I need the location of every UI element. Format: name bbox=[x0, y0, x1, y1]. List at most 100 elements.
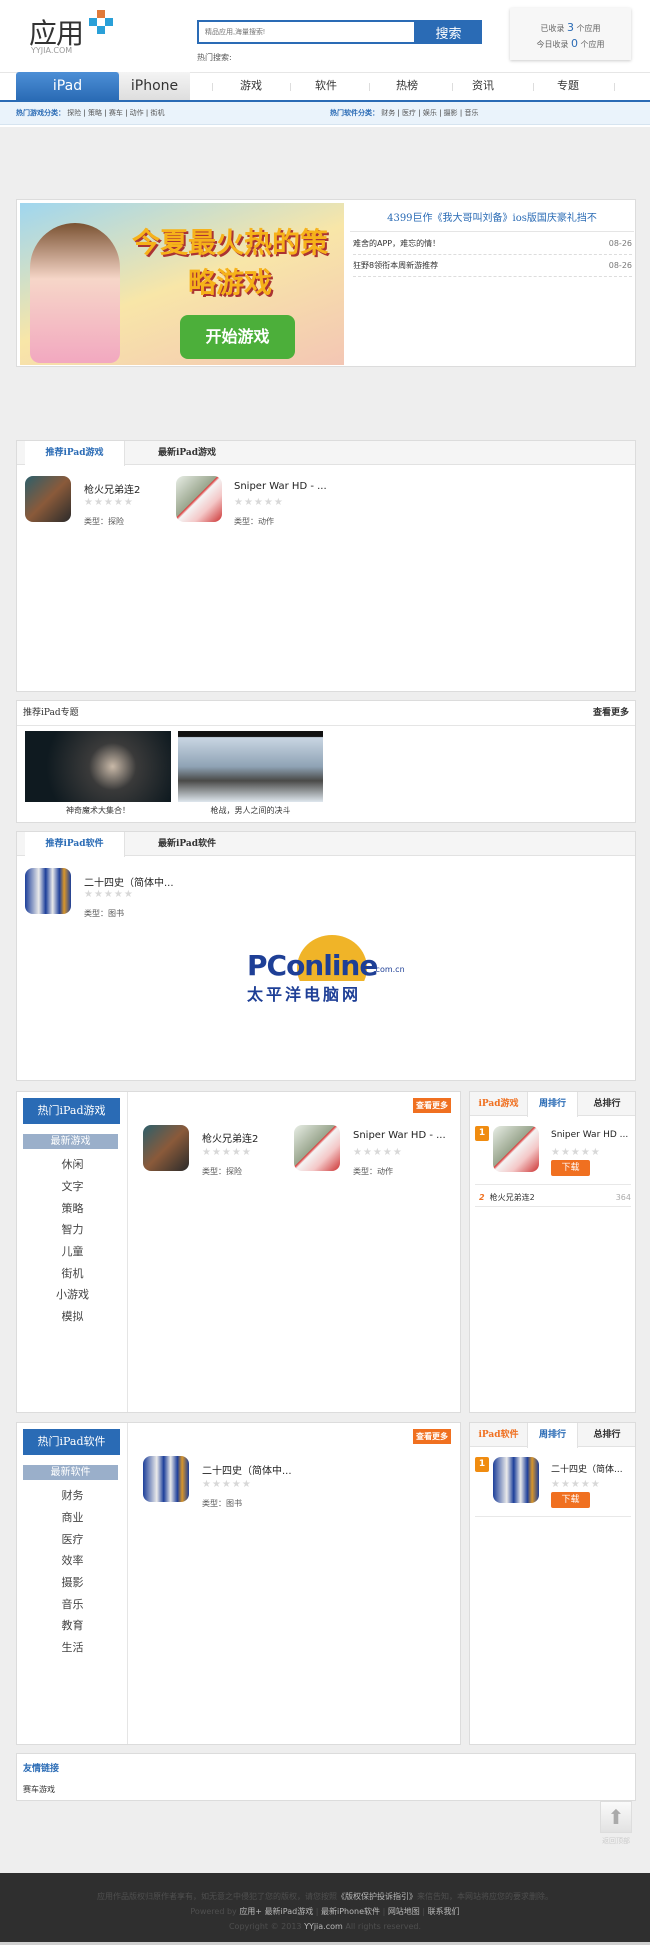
app-type: 类型：探险 bbox=[202, 1167, 242, 1176]
rating-stars: ★★★★★ bbox=[353, 1147, 403, 1158]
logo-plus-icon bbox=[89, 10, 113, 34]
topic-image[interactable] bbox=[25, 731, 171, 802]
search-button[interactable]: 搜索 bbox=[415, 20, 482, 44]
category-item[interactable]: 智力 bbox=[17, 1221, 128, 1237]
category-item[interactable]: 策略 bbox=[17, 1200, 128, 1216]
category-item[interactable]: 商业 bbox=[17, 1509, 128, 1525]
rank-badge: 1 bbox=[475, 1457, 489, 1472]
category-item[interactable]: 休闲 bbox=[17, 1156, 128, 1172]
pconline-watermark: PConline .com.cn 太平洋电脑网 bbox=[247, 935, 407, 1005]
app-title[interactable]: Sniper War HD - ... bbox=[234, 481, 327, 492]
subnav-soft-link[interactable]: 财务 bbox=[381, 109, 395, 117]
section-title: 友情链接 bbox=[23, 1764, 60, 1774]
subnav-soft-link[interactable]: 音乐 bbox=[464, 109, 478, 117]
news-item[interactable]: 难舍的APP，难忘的情！ 08-26 bbox=[353, 233, 632, 255]
subnav-game-link[interactable]: 动作 bbox=[130, 109, 144, 117]
back-to-top-button[interactable]: ⬆ 返回顶部 bbox=[600, 1801, 632, 1851]
category-item[interactable]: 财务 bbox=[17, 1487, 128, 1503]
subnav-game-link[interactable]: 策略 bbox=[88, 109, 102, 117]
rank-row[interactable]: 2 枪火兄弟连2 364 bbox=[475, 1189, 631, 1207]
footer-link[interactable]: 联系我们 bbox=[428, 1907, 460, 1916]
app-title[interactable]: 二十四史（简体中... bbox=[202, 1462, 292, 1477]
tab-total-rank[interactable]: 总排行 bbox=[578, 1423, 636, 1447]
friend-link[interactable]: 赛车游戏 bbox=[23, 1784, 55, 1795]
subnav-game-link[interactable]: 探险 bbox=[67, 109, 81, 117]
news-item[interactable]: 狂野8领衔本周新游推荐 08-26 bbox=[353, 255, 632, 277]
app-title[interactable]: Sniper War HD - ... bbox=[353, 1130, 446, 1141]
hot-games-section: 热门iPad游戏 最新游戏 休闲 文字 策略 智力 儿童 街机 小游戏 模拟 查… bbox=[16, 1091, 461, 1413]
category-item[interactable]: 医疗 bbox=[17, 1531, 128, 1547]
category-active[interactable]: 最新游戏 bbox=[23, 1134, 118, 1149]
tab-ipad-software[interactable]: iPad软件 bbox=[470, 1423, 527, 1447]
topic-image[interactable] bbox=[178, 731, 323, 802]
subnav-game-link[interactable]: 赛车 bbox=[109, 109, 123, 117]
footer-link[interactable]: 最新iPad游戏 bbox=[265, 1907, 314, 1916]
app-title[interactable]: 枪火兄弟连2 bbox=[84, 481, 140, 496]
subnav-soft-link[interactable]: 娱乐 bbox=[423, 109, 437, 117]
category-item[interactable]: 摄影 bbox=[17, 1574, 128, 1590]
more-link[interactable]: 查看更多 bbox=[593, 701, 629, 725]
more-button[interactable]: 查看更多 bbox=[413, 1429, 451, 1444]
tab-recommended-games[interactable]: 推荐iPad游戏 bbox=[25, 441, 125, 466]
subnav-game-link[interactable]: 街机 bbox=[150, 109, 164, 117]
section-title: 热门iPad游戏 bbox=[23, 1098, 120, 1124]
rank-badge: 1 bbox=[475, 1126, 489, 1141]
more-button[interactable]: 查看更多 bbox=[413, 1098, 451, 1113]
app-icon[interactable] bbox=[25, 868, 71, 914]
tab-latest-software[interactable]: 最新iPad软件 bbox=[147, 832, 227, 856]
tab-weekly-rank[interactable]: 周排行 bbox=[527, 1092, 578, 1117]
tab-weekly-rank[interactable]: 周排行 bbox=[527, 1423, 578, 1448]
app-icon[interactable] bbox=[143, 1456, 189, 1502]
category-item[interactable]: 效率 bbox=[17, 1552, 128, 1568]
subnav-soft-link[interactable]: 摄影 bbox=[444, 109, 458, 117]
app-icon[interactable] bbox=[493, 1126, 539, 1172]
tab-ipad-games[interactable]: iPad游戏 bbox=[470, 1092, 527, 1116]
software-ranking-section: iPad软件 周排行 总排行 1 二十四史（简体... ★★★★★ 下载 bbox=[469, 1422, 636, 1745]
footer-link[interactable]: 最新iPhone软件 bbox=[321, 1907, 380, 1916]
app-type: 类型：探险 bbox=[84, 517, 124, 526]
app-icon[interactable] bbox=[294, 1125, 340, 1171]
app-title[interactable]: 二十四史（简体中... bbox=[84, 874, 174, 889]
topics-section: 推荐iPad专题 查看更多 神奇魔术大集合！ 枪战，男人之间的决斗 bbox=[16, 700, 636, 823]
category-active[interactable]: 最新软件 bbox=[23, 1465, 118, 1480]
tab-recommended-software[interactable]: 推荐iPad软件 bbox=[25, 832, 125, 857]
app-title[interactable]: 枪火兄弟连2 bbox=[202, 1130, 258, 1145]
category-item[interactable]: 街机 bbox=[17, 1265, 128, 1281]
category-item[interactable]: 文字 bbox=[17, 1178, 128, 1194]
logo[interactable]: 应用 YYJIA.COM bbox=[29, 8, 119, 55]
footer-link[interactable]: 应用+ bbox=[239, 1907, 262, 1916]
rating-stars: ★★★★★ bbox=[84, 497, 134, 508]
category-item[interactable]: 教育 bbox=[17, 1617, 128, 1633]
footer-link[interactable]: 网站地图 bbox=[388, 1907, 420, 1916]
app-title[interactable]: Sniper War HD ... bbox=[551, 1130, 628, 1140]
app-title[interactable]: 二十四史（简体... bbox=[551, 1462, 623, 1475]
app-icon[interactable] bbox=[176, 476, 222, 522]
banner-section: 今夏最火热的策略游戏 开始游戏 4399巨作《我大哥叫刘备》ios版国庆豪礼挡不… bbox=[16, 199, 636, 367]
category-item[interactable]: 小游戏 bbox=[17, 1286, 128, 1302]
tab-latest-games[interactable]: 最新iPad游戏 bbox=[147, 441, 227, 465]
app-icon[interactable] bbox=[143, 1125, 189, 1171]
subnav: 热门游戏分类： 探险 | 策略 | 赛车 | 动作 | 街机 热门软件分类： 财… bbox=[0, 102, 650, 125]
stats-box: 已收录 3 个应用 今日收录 0 个应用 bbox=[510, 8, 631, 60]
download-button[interactable]: 下载 bbox=[551, 1492, 590, 1508]
copyright-guide-link[interactable]: 《版权保护投诉指引》 bbox=[337, 1892, 417, 1901]
download-button[interactable]: 下载 bbox=[551, 1160, 590, 1176]
app-icon[interactable] bbox=[493, 1457, 539, 1503]
category-item[interactable]: 音乐 bbox=[17, 1596, 128, 1612]
rating-stars: ★★★★★ bbox=[202, 1479, 252, 1490]
topic-caption[interactable]: 神奇魔术大集合！ bbox=[25, 805, 171, 816]
banner-image[interactable]: 今夏最火热的策略游戏 开始游戏 bbox=[20, 203, 344, 365]
site-link[interactable]: YYjia.com bbox=[304, 1922, 343, 1931]
topic-caption[interactable]: 枪战，男人之间的决斗 bbox=[178, 805, 323, 816]
tab-total-rank[interactable]: 总排行 bbox=[578, 1092, 636, 1116]
search-input[interactable] bbox=[197, 20, 416, 44]
arrow-up-icon: ⬆ bbox=[600, 1801, 632, 1833]
banner-headline[interactable]: 4399巨作《我大哥叫刘备》ios版国庆豪礼挡不 bbox=[350, 209, 634, 232]
category-item[interactable]: 模拟 bbox=[17, 1308, 128, 1324]
category-item[interactable]: 生活 bbox=[17, 1639, 128, 1655]
rating-stars: ★★★★★ bbox=[234, 497, 284, 508]
category-item[interactable]: 儿童 bbox=[17, 1243, 128, 1259]
app-icon[interactable] bbox=[25, 476, 71, 522]
subnav-soft-link[interactable]: 医疗 bbox=[402, 109, 416, 117]
hot-software-section: 热门iPad软件 最新软件 财务 商业 医疗 效率 摄影 音乐 教育 生活 查看… bbox=[16, 1422, 461, 1745]
